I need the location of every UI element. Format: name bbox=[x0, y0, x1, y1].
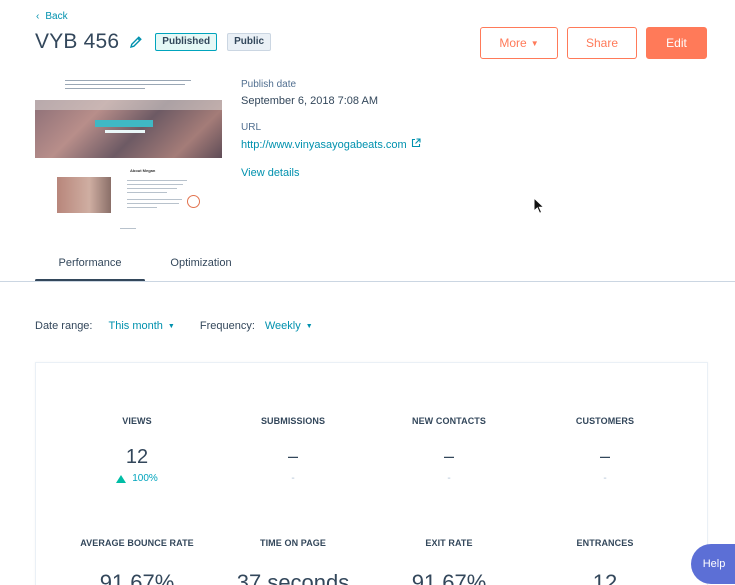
stat-label: CUSTOMERS bbox=[575, 416, 635, 426]
stat-value: 12 bbox=[592, 570, 618, 585]
stat-entrances: ENTRANCES bbox=[525, 538, 685, 548]
stat-label: NEW CONTACTS bbox=[411, 416, 487, 426]
caret-down-icon: ▼ bbox=[530, 38, 539, 48]
back-label: Back bbox=[45, 11, 68, 22]
stat-value: – bbox=[287, 446, 298, 466]
pencil-icon[interactable] bbox=[129, 35, 143, 49]
publish-date-label: Publish date bbox=[241, 79, 297, 90]
stat-label: EXIT RATE bbox=[425, 538, 473, 548]
stat-sub: - bbox=[603, 473, 607, 484]
stat-label: VIEWS bbox=[122, 416, 152, 426]
tabs-divider bbox=[0, 281, 735, 282]
visibility-badge: Public bbox=[227, 33, 272, 51]
mouse-cursor-icon bbox=[533, 196, 547, 220]
edit-button[interactable]: Edit bbox=[646, 27, 707, 59]
url-section: URL http://www.vinyasayogabeats.com bbox=[241, 122, 421, 151]
arrow-up-icon bbox=[116, 474, 127, 483]
stat-label: AVERAGE BOUNCE RATE bbox=[80, 538, 194, 548]
tab-bar: Performance Optimization bbox=[35, 244, 257, 282]
preview-badge-icon bbox=[187, 195, 200, 208]
stat-time-on-page: TIME ON PAGE bbox=[213, 538, 373, 548]
status-badge: Published bbox=[155, 33, 218, 51]
frequency-value: Weekly bbox=[264, 320, 301, 332]
chevron-left-icon: ‹ bbox=[36, 11, 40, 22]
filter-bar: Date range: This month ▼ Frequency: Week… bbox=[35, 320, 313, 332]
stat-value: – bbox=[599, 446, 610, 466]
url-label: URL bbox=[241, 122, 262, 133]
stat-label: SUBMISSIONS bbox=[260, 416, 326, 426]
stat-sub: - bbox=[291, 473, 295, 484]
stat-value: 91.67% bbox=[411, 570, 487, 585]
frequency-dropdown[interactable]: Weekly ▼ bbox=[265, 320, 313, 332]
url-value: http://www.vinyasayogabeats.com bbox=[241, 138, 407, 151]
preview-text-line bbox=[65, 84, 185, 85]
title-row: VYB 456 Published Public bbox=[35, 30, 272, 54]
preview-text-line bbox=[65, 80, 191, 81]
view-details-link[interactable]: View details bbox=[241, 167, 300, 179]
share-button[interactable]: Share bbox=[567, 27, 637, 59]
help-button[interactable]: Help bbox=[691, 544, 735, 584]
date-range-dropdown[interactable]: This month ▼ bbox=[108, 320, 174, 332]
back-link[interactable]: ‹ Back bbox=[36, 11, 68, 22]
stat-value: 12 bbox=[125, 446, 149, 468]
stat-value: 37 seconds bbox=[236, 570, 350, 585]
stat-value: – bbox=[443, 446, 454, 466]
stat-views: VIEWS 12 100% bbox=[57, 416, 217, 484]
preview-photo bbox=[57, 177, 111, 213]
page-preview-thumbnail[interactable]: About Megan bbox=[35, 78, 222, 234]
caret-down-icon: ▼ bbox=[167, 322, 175, 330]
publish-date-section: Publish date September 6, 2018 7:08 AM bbox=[241, 79, 378, 107]
stat-submissions: SUBMISSIONS – - bbox=[213, 416, 373, 484]
external-link-icon bbox=[411, 138, 421, 151]
page-title: VYB 456 bbox=[35, 30, 120, 53]
stat-average-bounce-rate: AVERAGE BOUNCE RATE bbox=[57, 538, 217, 548]
preview-about-heading: About Megan bbox=[130, 168, 156, 173]
date-range-value: This month bbox=[108, 320, 163, 332]
date-range-label: Date range: bbox=[35, 320, 93, 332]
stat-exit-rate: EXIT RATE bbox=[369, 538, 529, 548]
stat-change-value: 100% bbox=[132, 473, 158, 484]
frequency-label: Frequency: bbox=[199, 320, 255, 332]
stat-value: 91.67% bbox=[99, 570, 175, 585]
stat-label: ENTRANCES bbox=[576, 538, 634, 548]
caret-down-icon: ▼ bbox=[305, 322, 313, 330]
stat-change: 100% bbox=[57, 473, 217, 484]
more-button-label: More bbox=[499, 36, 527, 50]
tab-performance[interactable]: Performance bbox=[35, 244, 145, 282]
preview-text-line bbox=[65, 88, 145, 89]
more-button[interactable]: More ▼ bbox=[480, 27, 558, 59]
preview-hero-image bbox=[35, 100, 222, 158]
publish-date-value: September 6, 2018 7:08 AM bbox=[241, 95, 378, 107]
url-link[interactable]: http://www.vinyasayogabeats.com bbox=[241, 138, 421, 151]
stat-customers: CUSTOMERS – - bbox=[525, 416, 685, 484]
stat-new-contacts: NEW CONTACTS – - bbox=[369, 416, 529, 484]
stat-label: TIME ON PAGE bbox=[259, 538, 327, 548]
tab-optimization[interactable]: Optimization bbox=[145, 244, 257, 282]
stat-sub: - bbox=[447, 473, 451, 484]
